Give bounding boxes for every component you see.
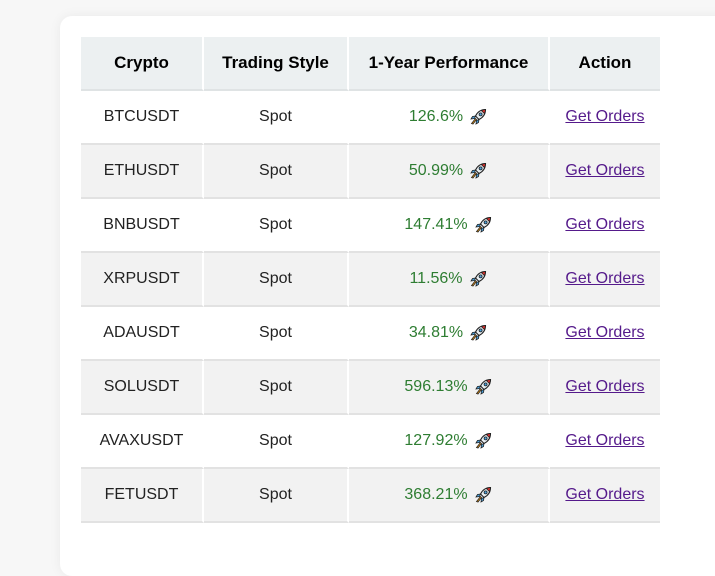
action-cell: Get Orders (550, 307, 660, 361)
performance-cell: 147.41% (349, 199, 550, 253)
trading-style: Spot (259, 216, 292, 233)
get-orders-link[interactable]: Get Orders (565, 324, 644, 341)
action-cell: Get Orders (550, 91, 660, 145)
crypto-symbol: ADAUSDT (103, 324, 180, 341)
trading-style: Spot (259, 108, 292, 125)
crypto-symbol: AVAXUSDT (99, 432, 184, 449)
table-row: FETUSDT Spot 368.21% Get Orders (81, 469, 660, 523)
trading-style-cell: Spot (204, 91, 349, 145)
rocket-icon (474, 486, 491, 503)
table-header-row: Crypto Trading Style 1-Year Performance … (81, 37, 660, 91)
crypto-symbol: SOLUSDT (103, 378, 180, 395)
crypto-symbol: FETUSDT (104, 486, 179, 503)
crypto-cell: SOLUSDT (81, 361, 204, 415)
rocket-icon (470, 162, 487, 179)
performance-value: 147.41% (404, 216, 468, 233)
get-orders-link[interactable]: Get Orders (565, 162, 644, 179)
performance-cell: 596.13% (349, 361, 550, 415)
trading-style: Spot (259, 378, 292, 395)
trading-style-cell: Spot (204, 307, 349, 361)
table-row: BTCUSDT Spot 126.6% Get Orders (81, 91, 660, 145)
performance-value: 126.6% (408, 108, 464, 125)
rocket-icon (474, 378, 491, 395)
header-crypto: Crypto (81, 37, 204, 91)
header-action: Action (550, 37, 660, 91)
performance-value: 50.99% (408, 162, 464, 179)
trading-style: Spot (259, 432, 292, 449)
performance-cell: 50.99% (349, 145, 550, 199)
rocket-icon (474, 432, 491, 449)
performance-cell: 127.92% (349, 415, 550, 469)
table-row: ETHUSDT Spot 50.99% Get Orders (81, 145, 660, 199)
table-row: BNBUSDT Spot 147.41% Get Orders (81, 199, 660, 253)
action-cell: Get Orders (550, 253, 660, 307)
performance-value: 596.13% (404, 378, 468, 395)
get-orders-link[interactable]: Get Orders (565, 108, 644, 125)
trading-style-cell: Spot (204, 199, 349, 253)
crypto-symbol: BNBUSDT (103, 216, 180, 233)
header-performance: 1-Year Performance (349, 37, 550, 91)
crypto-cell: ETHUSDT (81, 145, 204, 199)
get-orders-link[interactable]: Get Orders (565, 378, 644, 395)
trading-style: Spot (259, 162, 292, 179)
trading-style: Spot (259, 270, 292, 287)
rocket-icon (470, 324, 487, 341)
get-orders-link[interactable]: Get Orders (565, 432, 644, 449)
action-cell: Get Orders (550, 361, 660, 415)
performance-value: 368.21% (404, 486, 468, 503)
trading-style-cell: Spot (204, 415, 349, 469)
trading-style-cell: Spot (204, 145, 349, 199)
rocket-icon (469, 270, 486, 287)
action-cell: Get Orders (550, 469, 660, 523)
crypto-cell: AVAXUSDT (81, 415, 204, 469)
rocket-icon (470, 108, 487, 125)
crypto-cell: FETUSDT (81, 469, 204, 523)
performance-value: 34.81% (408, 324, 464, 341)
table-container: Crypto Trading Style 1-Year Performance … (81, 37, 660, 523)
trading-style-cell: Spot (204, 361, 349, 415)
get-orders-link[interactable]: Get Orders (565, 216, 644, 233)
crypto-cell: ADAUSDT (81, 307, 204, 361)
action-cell: Get Orders (550, 145, 660, 199)
trading-style-cell: Spot (204, 253, 349, 307)
performance-value: 127.92% (404, 432, 468, 449)
trading-style: Spot (259, 324, 292, 341)
trading-style: Spot (259, 486, 292, 503)
performance-cell: 11.56% (349, 253, 550, 307)
performance-value: 11.56% (409, 270, 463, 287)
crypto-performance-table: Crypto Trading Style 1-Year Performance … (81, 37, 660, 523)
performance-cell: 126.6% (349, 91, 550, 145)
header-trading-style: Trading Style (204, 37, 349, 91)
get-orders-link[interactable]: Get Orders (565, 486, 644, 503)
crypto-symbol: XRPUSDT (103, 270, 180, 287)
performance-cell: 368.21% (349, 469, 550, 523)
trading-style-cell: Spot (204, 469, 349, 523)
rocket-icon (474, 216, 491, 233)
get-orders-link[interactable]: Get Orders (565, 270, 644, 287)
crypto-symbol: BTCUSDT (103, 108, 180, 125)
table-row: AVAXUSDT Spot 127.92% Get Orders (81, 415, 660, 469)
crypto-cell: BNBUSDT (81, 199, 204, 253)
crypto-symbol: ETHUSDT (103, 162, 180, 179)
action-cell: Get Orders (550, 199, 660, 253)
action-cell: Get Orders (550, 415, 660, 469)
performance-cell: 34.81% (349, 307, 550, 361)
crypto-cell: XRPUSDT (81, 253, 204, 307)
crypto-cell: BTCUSDT (81, 91, 204, 145)
table-row: ADAUSDT Spot 34.81% Get Orders (81, 307, 660, 361)
table-row: SOLUSDT Spot 596.13% Get Orders (81, 361, 660, 415)
table-row: XRPUSDT Spot 11.56% Get Orders (81, 253, 660, 307)
